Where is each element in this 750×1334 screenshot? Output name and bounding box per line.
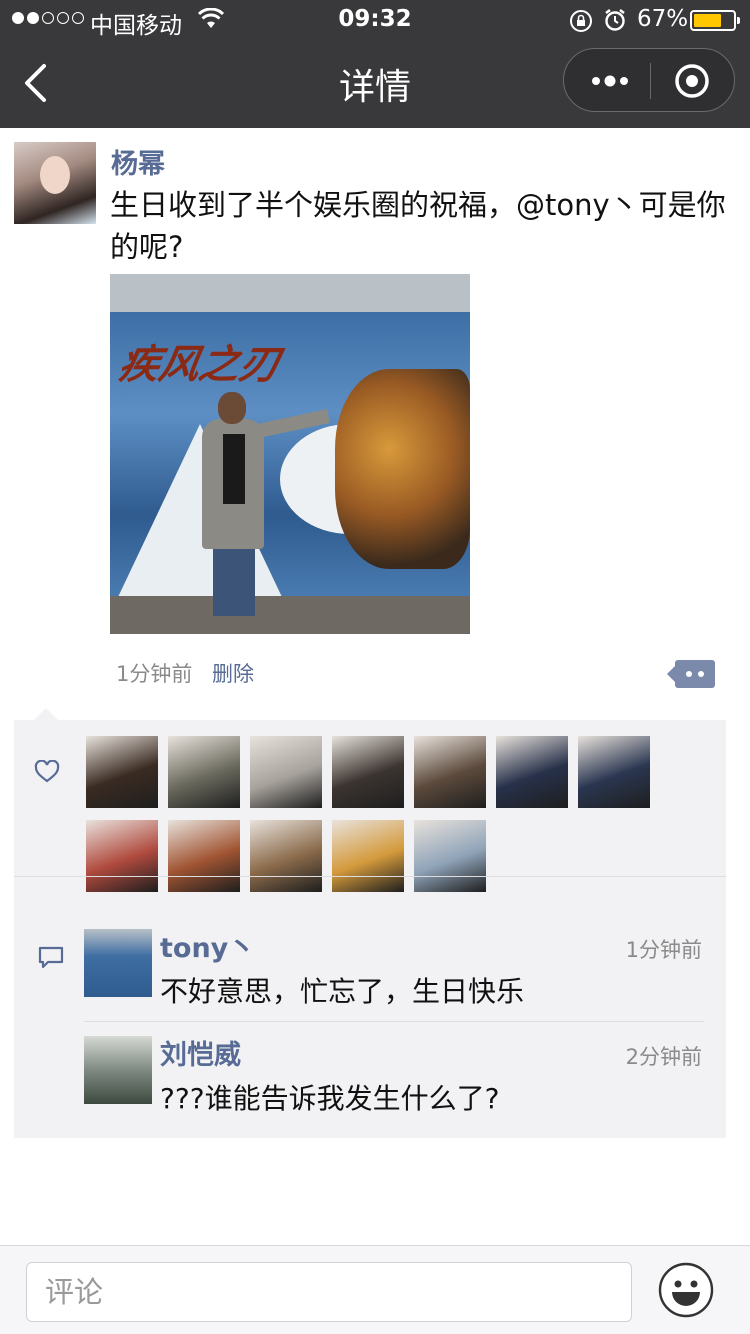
comment-text: ???谁能告诉我发生什么了? xyxy=(160,1082,500,1115)
post-image[interactable]: 疾风之刃 xyxy=(110,274,470,634)
post-timestamp: 1分钟前 xyxy=(116,662,193,686)
liker-avatar[interactable] xyxy=(86,820,158,892)
liker-avatar[interactable] xyxy=(332,736,404,808)
heart-icon xyxy=(34,760,60,783)
comment-input[interactable] xyxy=(26,1262,632,1322)
more-icon[interactable] xyxy=(588,67,632,95)
close-target-icon[interactable] xyxy=(674,63,710,99)
top-bar: 中国移动 09:32 67% 详情 xyxy=(0,0,750,128)
battery-percent: 67% xyxy=(637,6,689,32)
author-avatar[interactable] xyxy=(14,142,96,224)
alarm-icon xyxy=(605,9,625,31)
liker-avatar[interactable] xyxy=(250,820,322,892)
liker-avatar[interactable] xyxy=(86,736,158,808)
liker-avatar[interactable] xyxy=(250,736,322,808)
liker-avatar[interactable] xyxy=(168,820,240,892)
capsule-divider xyxy=(650,63,651,99)
liker-avatar[interactable] xyxy=(414,820,486,892)
comment-author[interactable]: 刘恺威 xyxy=(160,1033,241,1072)
liker-avatar[interactable] xyxy=(414,736,486,808)
comment-text: 不好意思，忙忘了，生日快乐 xyxy=(160,975,525,1008)
comment-timestamp: 1分钟前 xyxy=(625,938,702,962)
mini-program-capsule xyxy=(563,48,735,112)
author-name[interactable]: 杨幂 xyxy=(111,142,165,181)
panel-arrow xyxy=(34,708,58,720)
emoji-icon[interactable] xyxy=(658,1262,714,1318)
rotation-lock-icon xyxy=(570,10,592,32)
comment-menu-button[interactable] xyxy=(667,660,715,688)
comment-avatar[interactable] xyxy=(84,929,152,997)
delete-button[interactable]: 删除 xyxy=(212,658,254,688)
battery-fill xyxy=(694,14,721,27)
post-text: 生日收到了半个娱乐圈的祝福，@tony丶可是你的呢? xyxy=(110,188,726,264)
battery-icon xyxy=(690,10,740,31)
liker-avatar[interactable] xyxy=(578,736,650,808)
mural-title: 疾风之刃 xyxy=(115,342,284,388)
comment-avatar[interactable] xyxy=(84,1036,152,1104)
comment-timestamp: 2分钟前 xyxy=(625,1045,702,1069)
comment-divider xyxy=(84,1021,704,1022)
panel-divider xyxy=(14,876,726,877)
comment-author[interactable]: tony丶 xyxy=(160,926,255,965)
comment-icon xyxy=(38,946,64,969)
liker-avatar[interactable] xyxy=(332,820,404,892)
liker-avatar[interactable] xyxy=(496,736,568,808)
liker-avatar[interactable] xyxy=(168,736,240,808)
status-bar: 中国移动 09:32 67% xyxy=(0,0,750,40)
